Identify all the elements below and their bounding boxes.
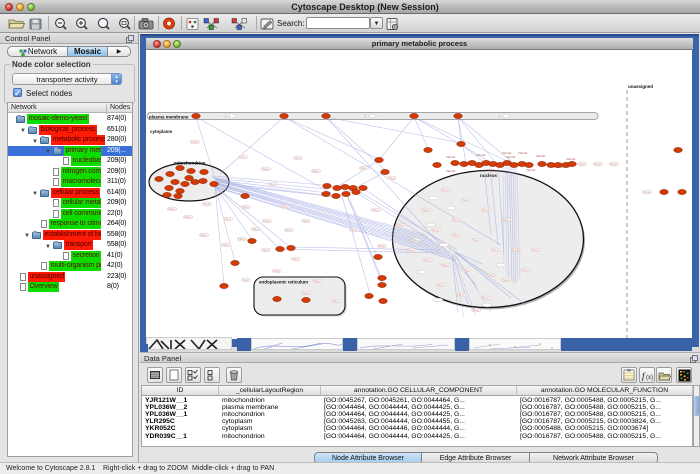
svg-text:Yxx-p: Yxx-p xyxy=(292,257,299,261)
svg-text:Yab-12c: Yab-12c xyxy=(526,168,536,172)
svg-text:Yab-12c: Yab-12c xyxy=(502,151,512,155)
svg-text:Yxx-p: Yxx-p xyxy=(238,237,245,241)
svg-text:Yxx-p: Yxx-p xyxy=(388,176,395,180)
svg-text:Yxx-p: Yxx-p xyxy=(294,156,301,160)
svg-text:Yxx-p: Yxx-p xyxy=(203,202,210,206)
svg-text:Yxx-p: Yxx-p xyxy=(512,248,519,252)
svg-text:Yxx-p: Yxx-p xyxy=(184,215,191,219)
svg-text:Yxx-p: Yxx-p xyxy=(422,208,429,212)
svg-text:Yxx-p: Yxx-p xyxy=(502,278,509,282)
svg-text:Yxx-p: Yxx-p xyxy=(262,248,269,252)
svg-text:Yab-12c: Yab-12c xyxy=(446,155,456,159)
svg-text:Yxx-p: Yxx-p xyxy=(269,182,276,186)
svg-text:Yab-12c: Yab-12c xyxy=(566,157,576,161)
svg-text:Yxx-p: Yxx-p xyxy=(437,283,444,287)
svg-text:Yxx-p: Yxx-p xyxy=(643,190,650,194)
svg-text:Yxx-p: Yxx-p xyxy=(502,218,509,222)
svg-text:Yxx-p: Yxx-p xyxy=(487,273,494,277)
svg-text:Yab-12c: Yab-12c xyxy=(446,169,456,173)
svg-text:Yxx-p: Yxx-p xyxy=(457,293,464,297)
svg-text:mitochondrion: mitochondrion xyxy=(174,161,206,166)
svg-text:Yxx-p: Yxx-p xyxy=(224,217,231,221)
svg-text:Yxx-p: Yxx-p xyxy=(285,228,292,232)
svg-text:cytoplasm: cytoplasm xyxy=(150,129,172,134)
svg-text:Yxx-p: Yxx-p xyxy=(424,258,431,262)
svg-text:nucleus: nucleus xyxy=(480,173,498,178)
svg-text:Yxx-p: Yxx-p xyxy=(302,291,309,295)
svg-text:Yxx-p: Yxx-p xyxy=(273,269,280,273)
svg-text:Yxx-p: Yxx-p xyxy=(239,155,246,159)
svg-text:(x-a): (x-a) xyxy=(365,114,370,118)
svg-text:Yab-12c: Yab-12c xyxy=(536,154,546,158)
svg-text:Yxx-p: Yxx-p xyxy=(412,238,419,242)
svg-text:Yxx-p: Yxx-p xyxy=(262,167,269,171)
svg-text:Yxx-p: Yxx-p xyxy=(578,162,585,166)
svg-text:Yxx-p: Yxx-p xyxy=(314,279,321,283)
svg-text:Yxx-p: Yxx-p xyxy=(302,219,309,223)
svg-text:(x): (x) xyxy=(646,375,653,381)
svg-text:Yxx-p: Yxx-p xyxy=(462,198,469,202)
svg-text:Yxx-p: Yxx-p xyxy=(222,243,229,247)
svg-text:Yxx-p: Yxx-p xyxy=(397,223,404,227)
svg-text:Yxx-p: Yxx-p xyxy=(407,248,414,252)
svg-text:Yab-12c: Yab-12c xyxy=(518,151,528,155)
svg-text:endoplasmic reticulum: endoplasmic reticulum xyxy=(259,280,308,285)
svg-text:Yxx-p: Yxx-p xyxy=(452,218,459,222)
svg-text:Yxx-p: Yxx-p xyxy=(168,207,175,211)
svg-text:Yxx-p: Yxx-p xyxy=(252,227,259,231)
svg-text:Yxx-p: Yxx-p xyxy=(242,205,249,209)
svg-text:Yxx-p: Yxx-p xyxy=(532,248,539,252)
svg-text:Yxx-p: Yxx-p xyxy=(492,248,499,252)
svg-text:Yxx-p: Yxx-p xyxy=(332,299,339,303)
svg-text:(x-a): (x-a) xyxy=(225,114,230,118)
svg-text:Yxx-p: Yxx-p xyxy=(242,278,249,282)
svg-text:Yxx-p: Yxx-p xyxy=(442,263,449,267)
svg-text:Yab-12c: Yab-12c xyxy=(506,155,516,159)
svg-text:Yxx-p: Yxx-p xyxy=(452,233,459,237)
svg-text:Yxx-p: Yxx-p xyxy=(372,208,379,212)
svg-text:Yxx-p: Yxx-p xyxy=(378,244,385,248)
svg-text:Yxx-p: Yxx-p xyxy=(263,219,270,223)
svg-text:Yxx-p: Yxx-p xyxy=(282,205,289,209)
svg-text:Yxx-p: Yxx-p xyxy=(594,162,601,166)
svg-text:Yab-12c: Yab-12c xyxy=(486,168,496,172)
svg-text:Yxx-p: Yxx-p xyxy=(312,169,319,173)
svg-text:(x-a): (x-a) xyxy=(499,114,504,118)
svg-text:Yxx-p: Yxx-p xyxy=(350,228,357,232)
svg-text:Yxx-p: Yxx-p xyxy=(522,268,529,272)
svg-text:Yxx-p: Yxx-p xyxy=(482,208,489,212)
svg-text:Yxx-p: Yxx-p xyxy=(442,188,449,192)
svg-text:unassigned: unassigned xyxy=(628,84,653,89)
svg-text:Yab-12c: Yab-12c xyxy=(476,153,486,157)
svg-text:Yxx-p: Yxx-p xyxy=(200,233,207,237)
svg-text:plasma membrane: plasma membrane xyxy=(149,115,189,120)
svg-text:Yxx-p: Yxx-p xyxy=(191,140,198,144)
svg-text:Yxx-p: Yxx-p xyxy=(472,238,479,242)
svg-text:Yxx-p: Yxx-p xyxy=(360,166,367,170)
svg-text:Yxx-p: Yxx-p xyxy=(432,228,439,232)
svg-text:Yxx-p: Yxx-p xyxy=(610,162,617,166)
